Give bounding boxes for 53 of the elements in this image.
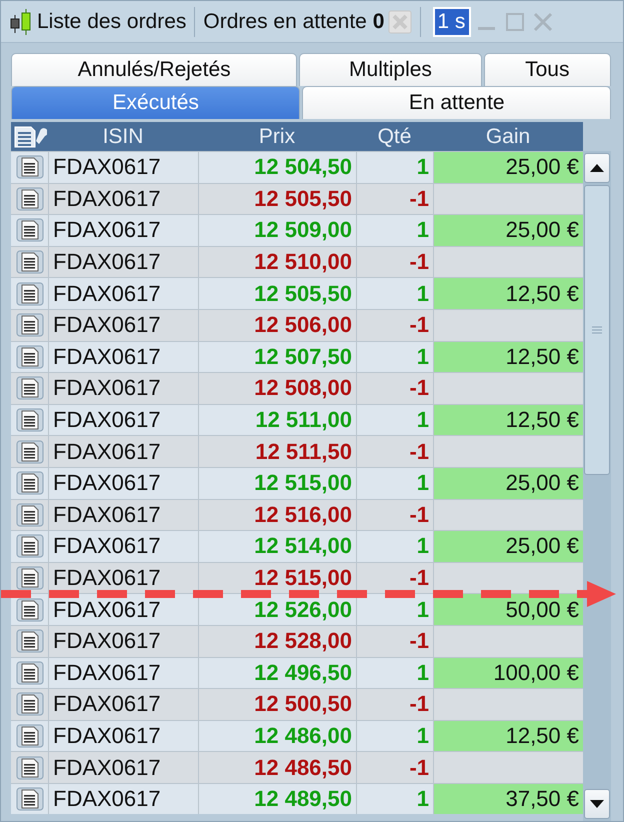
tab[interactable]: Tous: [484, 53, 612, 86]
document-icon[interactable]: [16, 344, 44, 369]
document-icon[interactable]: [16, 756, 44, 780]
table-cell: 12,50 €: [433, 404, 583, 436]
document-icon[interactable]: [16, 660, 44, 685]
tab[interactable]: Annulés/Rejetés: [11, 53, 298, 86]
document-icon[interactable]: [16, 471, 44, 496]
table-cell: 100,00 €: [433, 658, 583, 688]
column-header[interactable]: Qté: [356, 124, 433, 148]
document-icon[interactable]: [16, 250, 44, 274]
document-icon[interactable]: [16, 502, 44, 527]
candlestick-icon: [9, 6, 33, 36]
table-cell: 50,00 €: [433, 594, 583, 625]
scroll-up-button[interactable]: [584, 153, 610, 183]
document-icon[interactable]: [16, 282, 44, 306]
table-cell: FDAX0617: [48, 784, 198, 814]
tab[interactable]: Multiples: [299, 53, 482, 86]
document-icon[interactable]: [16, 598, 44, 622]
document-icon[interactable]: [16, 629, 44, 654]
pending-orders-label: Ordres en attente 0: [203, 10, 384, 34]
document-icon[interactable]: [16, 440, 44, 464]
scroll-down-button[interactable]: [584, 789, 610, 819]
header-icons-drawing[interactable]: [12, 124, 46, 148]
interval-field[interactable]: 1 s: [433, 6, 472, 36]
document-icon[interactable]: [16, 186, 44, 211]
table-cell: 12,50 €: [433, 278, 583, 309]
tab[interactable]: Exécutés: [11, 86, 300, 119]
tab[interactable]: En attente: [302, 86, 611, 119]
table-cell: 25,00 €: [433, 152, 583, 183]
table-cell: 12 489,50: [198, 784, 356, 814]
document-icon[interactable]: [16, 313, 44, 338]
table-cell: 12,50 €: [433, 720, 583, 752]
document-icon[interactable]: [16, 408, 44, 432]
document-icon[interactable]: [16, 566, 44, 590]
table-cell: 25,00 €: [433, 215, 583, 246]
table-cell: 25,00 €: [433, 468, 583, 499]
scroll-thumb[interactable]: [584, 185, 610, 475]
column-header[interactable]: Prix: [198, 124, 356, 148]
document-icon[interactable]: [16, 534, 44, 558]
table-cell: 12,50 €: [433, 342, 583, 372]
table-cell: 37,50 €: [433, 784, 583, 814]
column-header[interactable]: ISIN: [48, 124, 198, 148]
window-title: Liste des ordres: [37, 10, 186, 34]
document-icon[interactable]: [16, 376, 44, 400]
table-cell: 25,00 €: [433, 531, 583, 562]
up-arrow-icon: [590, 164, 604, 172]
document-icon[interactable]: [16, 724, 44, 748]
document-icon[interactable]: [16, 787, 44, 812]
document-icon[interactable]: [16, 692, 44, 716]
document-icon[interactable]: [16, 155, 44, 180]
document-icon[interactable]: [16, 218, 44, 242]
down-arrow-icon: [590, 800, 604, 808]
column-header[interactable]: Gain: [433, 124, 583, 148]
